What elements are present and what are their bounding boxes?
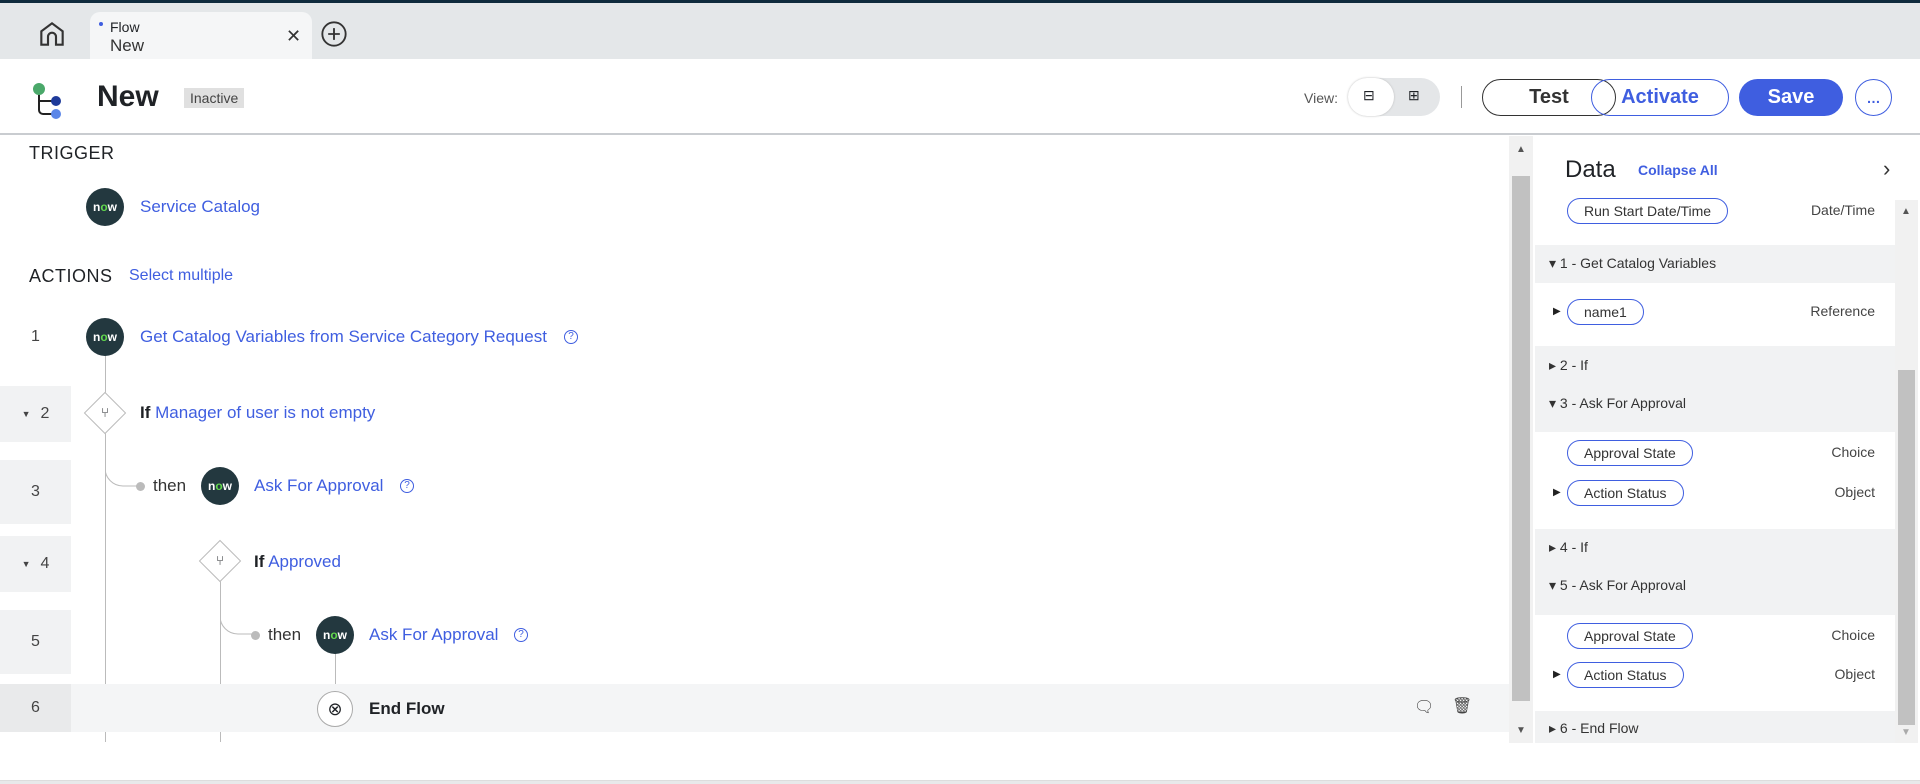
scrollbar-thumb[interactable] — [1898, 370, 1915, 725]
step-2-number[interactable]: ▼ 2 — [0, 386, 71, 442]
expand-icon[interactable]: ▶ — [1553, 306, 1561, 317]
step-number: 4 — [40, 555, 50, 572]
step-number: 1 — [31, 328, 40, 345]
collapse-caret-icon[interactable]: ▼ — [22, 409, 31, 419]
step-4[interactable]: If Approved — [254, 552, 341, 572]
actions-heading: ACTIONS — [29, 266, 113, 286]
scroll-up-icon[interactable]: ▲ — [1516, 144, 1526, 155]
expand-icon[interactable]: ▶ — [1553, 487, 1561, 498]
scrollbar-thumb[interactable] — [1512, 176, 1530, 701]
data-pill[interactable]: name1 — [1567, 299, 1644, 325]
collapse-caret-icon[interactable]: ▼ — [22, 559, 31, 569]
data-pill[interactable]: Run Start Date/Time — [1567, 198, 1729, 224]
step-6-label[interactable]: End Flow — [369, 699, 445, 719]
help-icon[interactable]: ? — [564, 330, 578, 344]
group-label[interactable]: ▾ 5 - Ask For Approval — [1549, 577, 1686, 594]
status-badge: Inactive — [184, 88, 245, 108]
tree-view-button[interactable]: ⊟ — [1348, 78, 1394, 116]
page-title: New — [97, 80, 159, 113]
step-3-label[interactable]: Ask For Approval — [254, 476, 383, 496]
delete-icon[interactable]: 🗑 — [1452, 696, 1472, 716]
data-panel-scrollbar[interactable]: ▲ ▼ — [1895, 200, 1918, 743]
then-dot — [251, 631, 260, 640]
trigger-service-catalog[interactable]: Service Catalog — [140, 197, 260, 217]
add-comment-icon[interactable]: 🗨 — [1414, 697, 1434, 717]
help-icon[interactable]: ? — [514, 628, 528, 642]
tab-type: Flow — [110, 19, 140, 35]
step-4-number[interactable]: ▼ 4 — [0, 536, 71, 592]
chevron-right-icon[interactable]: › — [1883, 156, 1890, 182]
scroll-down-icon[interactable]: ▼ — [1516, 725, 1526, 736]
step-6-row[interactable] — [0, 684, 1509, 732]
data-panel: Data Collapse All › Run Start Date/Time … — [1535, 136, 1895, 743]
group-label[interactable]: ▾ 3 - Ask For Approval — [1549, 395, 1686, 412]
activate-button[interactable]: Activate — [1591, 79, 1729, 116]
canvas-scrollbar[interactable]: ▲ ▼ — [1509, 136, 1533, 743]
diagram-view-icon[interactable]: ⊞ — [1408, 87, 1420, 104]
now-logo-icon: now — [316, 616, 354, 654]
data-pill[interactable]: Approval State — [1567, 623, 1693, 649]
step-number: 6 — [0, 684, 71, 732]
data-pill[interactable]: Approval State — [1567, 440, 1693, 466]
step-number: 5 — [0, 610, 71, 674]
home-icon[interactable] — [36, 18, 68, 50]
data-pill[interactable]: Action Status — [1567, 662, 1684, 688]
scroll-down-icon[interactable]: ▼ — [1901, 727, 1911, 738]
group-label[interactable]: ▸ 4 - If — [1549, 539, 1588, 556]
step-1-label[interactable]: Get Catalog Variables from Service Categ… — [140, 327, 547, 347]
trigger-heading: TRIGGER — [29, 143, 115, 163]
flow-logo-icon — [33, 83, 61, 119]
collapse-all-link[interactable]: Collapse All — [1638, 162, 1718, 178]
group-header[interactable] — [1535, 529, 1895, 615]
condition-label[interactable]: Manager of user is not empty — [155, 403, 375, 422]
view-toggle[interactable]: ⊟ ⊞ — [1348, 78, 1440, 116]
group-label[interactable]: ▾ 1 - Get Catalog Variables — [1549, 255, 1716, 272]
data-type: Reference — [1810, 303, 1875, 319]
data-type: Object — [1834, 484, 1875, 500]
data-type: Choice — [1831, 627, 1875, 643]
expand-icon[interactable]: ▶ — [1553, 669, 1561, 680]
help-icon[interactable]: ? — [400, 479, 414, 493]
group-label[interactable]: ▸ 6 - End Flow — [1549, 720, 1639, 737]
group-header[interactable] — [1535, 346, 1895, 432]
more-options-button[interactable]: … — [1855, 79, 1892, 116]
view-label: View: — [1304, 90, 1338, 106]
tab-name: New — [110, 36, 145, 55]
step-2[interactable]: If Manager of user is not empty — [140, 403, 375, 423]
condition-label[interactable]: Approved — [268, 552, 341, 571]
step-number: 2 — [40, 405, 50, 422]
tab-flow-new[interactable]: Flow New ✕ — [90, 12, 312, 59]
then-label: then — [153, 476, 187, 495]
scroll-up-icon[interactable]: ▲ — [1901, 206, 1911, 217]
step-5-label[interactable]: Ask For Approval — [369, 625, 498, 645]
tree-view-icon: ⊟ — [1363, 87, 1375, 103]
then-label: then — [268, 625, 302, 644]
now-logo-icon: now — [201, 467, 239, 505]
if-keyword: If — [140, 403, 151, 422]
now-logo-icon: now — [86, 188, 124, 226]
data-type: Object — [1834, 666, 1875, 682]
select-multiple-link[interactable]: Select multiple — [129, 267, 233, 285]
end-flow-icon: ⊗ — [317, 691, 353, 727]
save-button[interactable]: Save — [1739, 79, 1843, 116]
data-panel-title: Data — [1565, 156, 1616, 183]
now-logo-icon: now — [86, 318, 124, 356]
divider — [1461, 86, 1462, 108]
data-type: Date/Time — [1810, 202, 1875, 218]
group-label[interactable]: ▸ 2 - If — [1549, 357, 1588, 374]
footer-border — [0, 780, 1920, 784]
then-dot — [136, 482, 145, 491]
data-pill[interactable]: Action Status — [1567, 480, 1684, 506]
close-tab-icon[interactable]: ✕ — [286, 26, 301, 47]
step-number: 3 — [0, 460, 71, 524]
plus-circle-icon[interactable] — [320, 20, 348, 48]
unsaved-dot — [99, 22, 103, 26]
data-type: Choice — [1831, 444, 1875, 460]
if-keyword: If — [254, 552, 265, 571]
